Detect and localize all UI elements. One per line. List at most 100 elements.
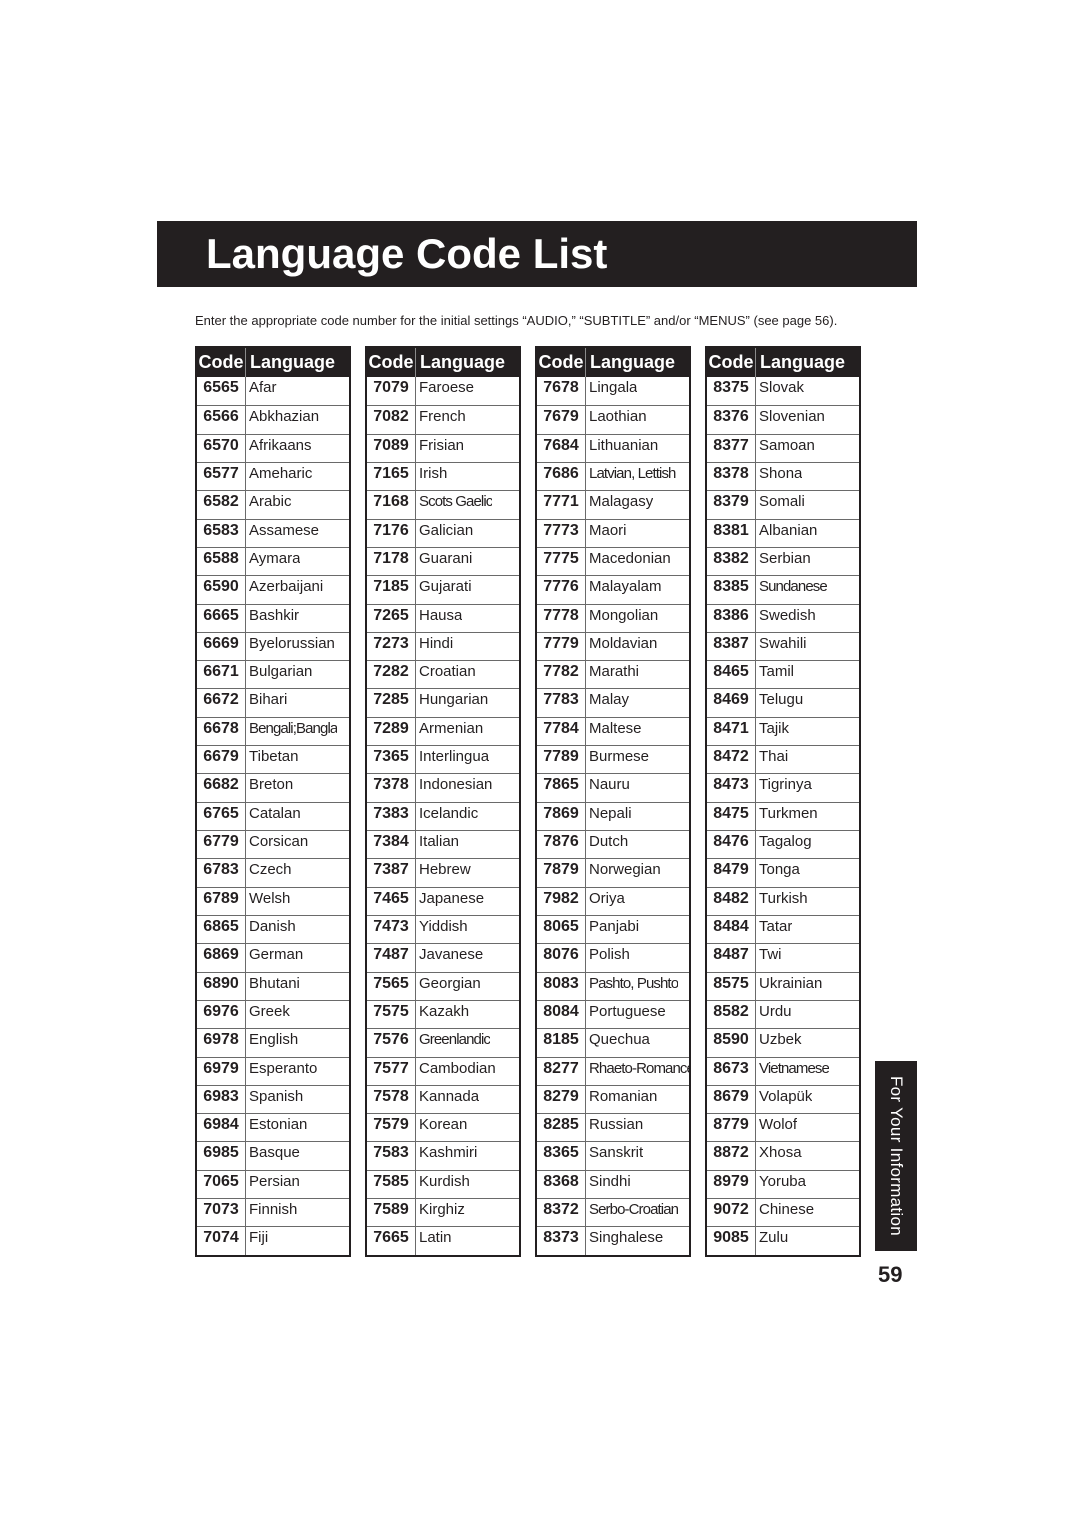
language-code: 8373 bbox=[537, 1227, 586, 1255]
language-name: Fiji bbox=[249, 1229, 269, 1247]
language-name: Guarani bbox=[419, 549, 473, 567]
language-name: Singhalese bbox=[589, 1229, 664, 1247]
table-row: 7473 Yiddish bbox=[367, 914, 519, 944]
language-code: 6679 bbox=[197, 746, 246, 774]
language-name: Afar bbox=[249, 379, 277, 396]
language-name: Laothian bbox=[589, 408, 647, 426]
language-code: 7265 bbox=[367, 604, 416, 632]
table-row: 6665 Bashkir bbox=[197, 603, 349, 632]
language-code: 8575 bbox=[707, 972, 756, 1000]
language-name: Frisian bbox=[419, 436, 465, 454]
language-name: Slovenian bbox=[759, 408, 825, 426]
language-name: Chinese bbox=[759, 1201, 815, 1219]
language-code: 8872 bbox=[707, 1142, 756, 1170]
language-code: 7678 bbox=[537, 377, 586, 406]
language-code: 7578 bbox=[367, 1085, 416, 1114]
language-name: Interlingua bbox=[419, 748, 490, 766]
language-code: 9085 bbox=[707, 1227, 756, 1255]
language-name: French bbox=[419, 408, 466, 426]
table-row: 7073 Finnish bbox=[197, 1198, 349, 1227]
language-name: Yoruba bbox=[759, 1172, 806, 1190]
table-row: 8373 Singhalese bbox=[537, 1226, 689, 1255]
language-name: Sanskrit bbox=[589, 1144, 644, 1162]
language-name: Moldavian bbox=[589, 634, 658, 652]
table-row: 7665 Latin bbox=[367, 1226, 519, 1255]
language-code: 7773 bbox=[537, 519, 586, 547]
table-row: 7487 Javanese bbox=[367, 943, 519, 972]
table-row: 7265 Hausa bbox=[367, 603, 519, 632]
table-body: 8375 Slovak 8376 Slovenian 8377 Samoan 8378 Sho… bbox=[707, 377, 859, 1255]
language-name: Hausa bbox=[419, 606, 463, 624]
page-number: 59 bbox=[878, 1262, 903, 1287]
table-row: 6590 Azerbaijani bbox=[197, 575, 349, 604]
language-name: Dutch bbox=[589, 833, 629, 850]
language-code: 7775 bbox=[537, 547, 586, 576]
language-name: Tigrinya bbox=[759, 776, 812, 794]
language-code: 7784 bbox=[537, 717, 586, 746]
language-name: Croatian bbox=[419, 663, 476, 681]
language-code: 8465 bbox=[707, 661, 756, 689]
language-code: 7686 bbox=[537, 462, 586, 491]
language-code: 8065 bbox=[537, 915, 586, 944]
table-row: 8575 Ukrainian bbox=[707, 971, 859, 1000]
language-code: 8372 bbox=[537, 1199, 586, 1227]
table-header: Code Language bbox=[537, 348, 689, 377]
language-name: Thai bbox=[759, 748, 789, 766]
language-name: Marathi bbox=[589, 663, 640, 681]
header-language: Language bbox=[760, 352, 846, 372]
language-code: 7282 bbox=[367, 661, 416, 689]
intro-text: Enter the appropriate code number for th… bbox=[195, 313, 838, 328]
language-name: Urdu bbox=[759, 1002, 792, 1020]
table-header: Code Language bbox=[707, 348, 859, 377]
table-row: 7686 Latvian, Lettish bbox=[537, 461, 689, 491]
language-code: 6985 bbox=[197, 1142, 246, 1170]
table-row: 8365 Sanskrit bbox=[537, 1141, 689, 1170]
language-name: Portuguese bbox=[589, 1002, 666, 1020]
language-name: Tagalog bbox=[759, 833, 812, 850]
language-code: 7879 bbox=[537, 859, 586, 887]
table-row: 6682 Breton bbox=[197, 773, 349, 802]
language-code: 8471 bbox=[707, 717, 756, 746]
language-name: Kurdish bbox=[419, 1172, 470, 1190]
language-name: Esperanto bbox=[249, 1059, 318, 1077]
language-table: Code Language 7079 Faroese 7082 French 7089 Fri… bbox=[365, 346, 521, 1257]
language-name: Russian bbox=[589, 1116, 644, 1134]
table-body: 7079 Faroese 7082 French 7089 Frisian 7165 Iris… bbox=[367, 377, 519, 1255]
table-row: 7982 Oriya bbox=[537, 886, 689, 915]
language-name: Tatar bbox=[759, 917, 793, 935]
table-row: 7771 Malagasy bbox=[537, 490, 689, 519]
table-row: 7579 Korean bbox=[367, 1113, 519, 1142]
language-code: 7876 bbox=[537, 831, 586, 859]
language-name: Lithuanian bbox=[589, 436, 659, 454]
language-code: 7778 bbox=[537, 604, 586, 632]
table-row: 6588 Aymara bbox=[197, 546, 349, 576]
table-row: 8472 Thai bbox=[707, 745, 859, 774]
table-row: 6869 German bbox=[197, 943, 349, 972]
language-code: 6976 bbox=[197, 1000, 246, 1029]
table-row: 6789 Welsh bbox=[197, 886, 349, 915]
language-code: 6672 bbox=[197, 689, 246, 717]
language-code: 8285 bbox=[537, 1114, 586, 1142]
table-row: 6984 Estonian bbox=[197, 1113, 349, 1142]
language-code: 7185 bbox=[367, 576, 416, 604]
table-row: 7065 Persian bbox=[197, 1169, 349, 1199]
table-row: 7365 Interlingua bbox=[367, 745, 519, 774]
table-row: 8084 Portuguese bbox=[537, 999, 689, 1029]
table-row: 7778 Mongolian bbox=[537, 603, 689, 632]
table-row: 7082 French bbox=[367, 405, 519, 434]
language-code: 7576 bbox=[367, 1029, 416, 1057]
table-row: 6678 Bengali;Bangla bbox=[197, 716, 349, 746]
language-name: Javanese bbox=[419, 946, 484, 964]
header-code: Code bbox=[537, 348, 586, 377]
language-name: Telugu bbox=[759, 691, 804, 709]
table-row: 7679 Laothian bbox=[537, 405, 689, 434]
language-name: Abkhazian bbox=[249, 408, 320, 426]
language-code: 6577 bbox=[197, 462, 246, 491]
table-row: 7578 Kannada bbox=[367, 1084, 519, 1114]
language-code: 8378 bbox=[707, 462, 756, 491]
table-row: 8476 Tagalog bbox=[707, 830, 859, 859]
language-name: Persian bbox=[249, 1172, 300, 1190]
table-row: 7384 Italian bbox=[367, 830, 519, 859]
table-row: 8368 Sindhi bbox=[537, 1169, 689, 1199]
table-row: 8385 Sundanese bbox=[707, 575, 859, 604]
